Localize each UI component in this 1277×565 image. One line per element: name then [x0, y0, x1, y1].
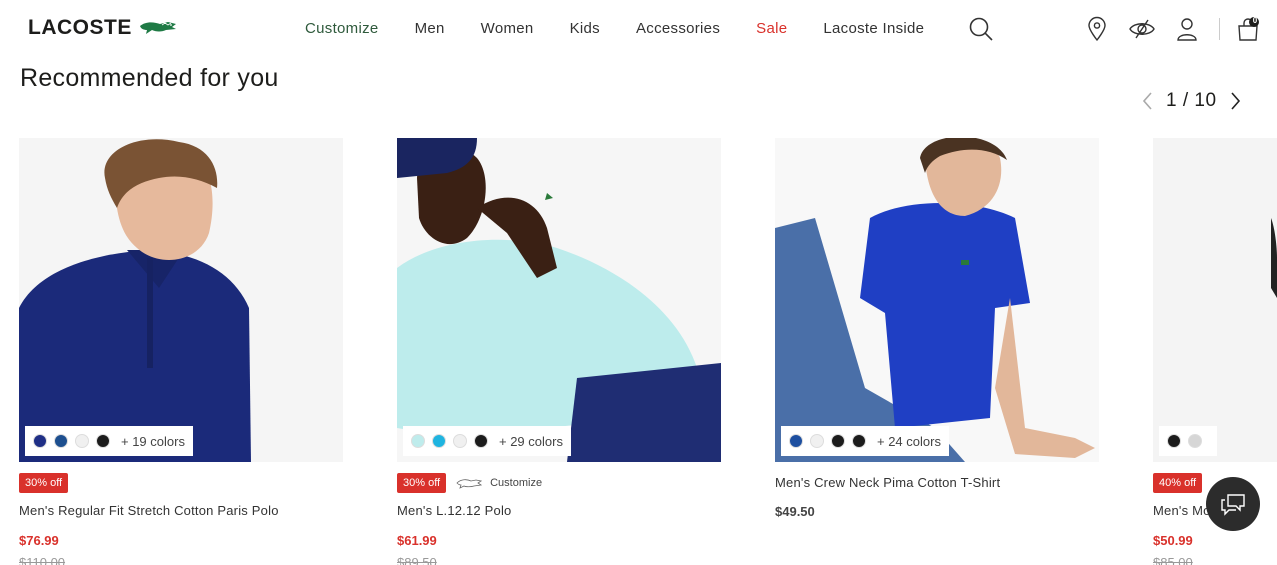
account-icon[interactable] — [1175, 16, 1199, 42]
customize-label: Customize — [490, 477, 543, 489]
original-price: $89.50 — [397, 555, 437, 565]
cart-count-badge: 0 — [1252, 16, 1258, 25]
chat-button[interactable] — [1206, 477, 1260, 531]
customize-tag[interactable]: Customize — [456, 476, 542, 490]
sale-price: $50.99 — [1153, 533, 1193, 548]
color-swatch[interactable] — [54, 434, 68, 448]
crocodile-logo-icon — [139, 22, 176, 34]
color-swatches: + 29 colors — [403, 426, 571, 456]
product-image[interactable] — [1153, 138, 1277, 462]
color-swatch[interactable] — [852, 434, 866, 448]
color-swatch[interactable] — [1167, 434, 1181, 448]
product-name[interactable]: Men's L.12.12 Polo — [397, 503, 721, 518]
product-image[interactable]: + 29 colors — [397, 138, 721, 462]
nav-lacoste-inside[interactable]: Lacoste Inside — [823, 20, 924, 37]
chevron-right-icon[interactable] — [1229, 90, 1243, 112]
original-price: $85.00 — [1153, 555, 1193, 565]
brand-name: LACOSTE — [28, 16, 132, 39]
color-swatches: + 24 colors — [781, 426, 949, 456]
pager-text: 1 / 10 — [1166, 90, 1217, 111]
carousel-pager: 1 / 10 — [1140, 90, 1243, 112]
color-swatch[interactable] — [810, 434, 824, 448]
search-icon[interactable] — [968, 16, 994, 42]
color-swatches — [1159, 426, 1217, 456]
product-card[interactable]: + 19 colors 30% off Men's Regular Fit St… — [19, 138, 343, 565]
nav-accessories[interactable]: Accessories — [636, 20, 720, 37]
product-image[interactable]: + 24 colors — [775, 138, 1099, 462]
badges-row: 30% off Customize — [397, 472, 721, 494]
product-photo-polo-navy — [19, 138, 343, 462]
color-swatch[interactable] — [75, 434, 89, 448]
nav-sale[interactable]: Sale — [756, 20, 787, 37]
more-colors-link[interactable]: + 24 colors — [877, 434, 941, 449]
color-swatch[interactable] — [33, 434, 47, 448]
discount-badge: 30% off — [397, 473, 447, 493]
badges-row: 30% off — [19, 472, 343, 494]
store-locator-icon[interactable] — [1085, 16, 1109, 42]
color-swatch[interactable] — [474, 434, 488, 448]
crocodile-outline-icon — [456, 479, 483, 489]
chevron-left-icon[interactable] — [1140, 90, 1154, 112]
nav-women[interactable]: Women — [481, 20, 534, 37]
more-colors-link[interactable]: + 19 colors — [121, 434, 185, 449]
product-photo-tshirt-blue — [775, 138, 1099, 462]
eye-icon[interactable] — [1128, 16, 1156, 42]
lacoste-logo[interactable]: LACOSTE — [28, 16, 178, 40]
color-swatch[interactable] — [432, 434, 446, 448]
product-card[interactable]: + 29 colors 30% off Customize Men's L.12… — [397, 138, 721, 565]
sale-price: $61.99 — [397, 533, 437, 548]
regular-price: $49.50 — [775, 504, 815, 519]
product-photo-polo-aqua — [397, 138, 721, 462]
section-title: Recommended for you — [20, 64, 279, 92]
main-nav: Customize Men Women Kids Accessories Sal… — [305, 20, 960, 37]
product-image[interactable]: + 19 colors — [19, 138, 343, 462]
color-swatch[interactable] — [1188, 434, 1202, 448]
color-swatches: + 19 colors — [25, 426, 193, 456]
color-swatch[interactable] — [411, 434, 425, 448]
discount-badge: 30% off — [19, 473, 69, 493]
original-price: $110.00 — [19, 555, 66, 565]
nav-kids[interactable]: Kids — [570, 20, 600, 37]
product-name[interactable]: Men's Regular Fit Stretch Cotton Paris P… — [19, 503, 343, 518]
site-header: LACOSTE Customize Men Women Kids Accesso… — [0, 0, 1277, 60]
product-card[interactable]: + 24 colors Men's Crew Neck Pima Cotton … — [775, 138, 1099, 519]
product-name[interactable]: Men's Crew Neck Pima Cotton T-Shirt — [775, 475, 1099, 490]
header-divider — [1219, 18, 1220, 40]
color-swatch[interactable] — [831, 434, 845, 448]
more-colors-link[interactable]: + 29 colors — [499, 434, 563, 449]
nav-men[interactable]: Men — [415, 20, 445, 37]
color-swatch[interactable] — [453, 434, 467, 448]
product-photo-partial — [1153, 138, 1277, 462]
discount-badge: 40% off — [1153, 473, 1203, 493]
color-swatch[interactable] — [96, 434, 110, 448]
nav-customize[interactable]: Customize — [305, 20, 379, 37]
sale-price: $76.99 — [19, 533, 59, 548]
color-swatch[interactable] — [789, 434, 803, 448]
chat-bubbles-icon — [1221, 494, 1245, 516]
